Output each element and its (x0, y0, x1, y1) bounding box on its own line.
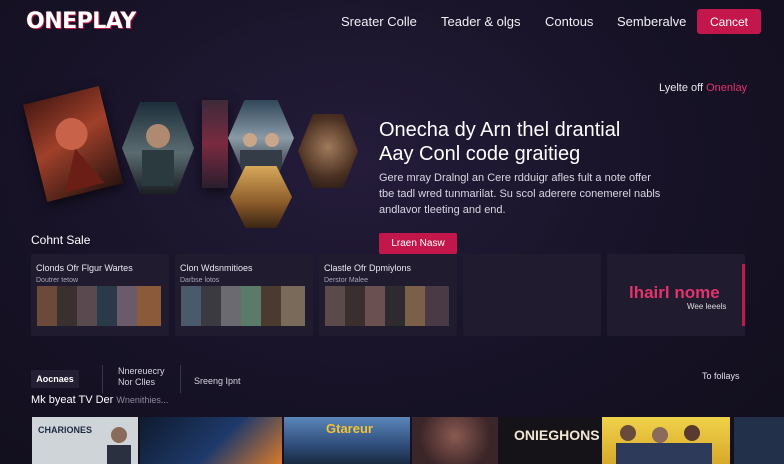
card-subtitle: Darbse lotos (180, 277, 220, 284)
tv-poster-row: CHARIONES Gtareur ONIEGHONS (0, 417, 784, 464)
person-art-icon (107, 427, 131, 464)
tv-section-title: Mk byeat TV Der (31, 394, 114, 406)
card-title: Clonds Ofr Flgur Wartes (36, 263, 133, 273)
card-title: Clastle Ofr Dpmiylons (324, 263, 412, 273)
hero-poster-2[interactable] (122, 102, 194, 194)
hero-desc-line-3: andlavor tleeting and end. (379, 204, 506, 216)
hero-poster-6[interactable] (298, 114, 358, 188)
group-art-icon (240, 133, 282, 170)
hero-tagline-accent: Onenlay (706, 82, 748, 94)
card-thumbnails (35, 286, 165, 330)
main-nav: Sreater Colle Teader & olgs Contous Semb… (0, 14, 784, 34)
hero-tagline-prefix: Lyelte off (659, 82, 704, 94)
group-photo-icon (616, 425, 712, 464)
tab-divider (102, 365, 103, 393)
tv-poster-6[interactable] (602, 417, 730, 464)
nav-link-3[interactable]: Contous (545, 14, 593, 29)
card-subtitle: Derstor Malee (324, 277, 368, 284)
nav-link-1[interactable]: Sreater Colle (341, 14, 417, 29)
promo-card[interactable]: lhairl nome Wee leeels (607, 254, 745, 336)
soldier-art-icon (142, 124, 174, 186)
tv-poster-4[interactable] (412, 417, 498, 464)
card-subtitle: Doutrer tetow (36, 277, 79, 284)
tv-section-subtitle: Wnenithies... (116, 395, 169, 405)
hero-desc-line-2: tbe tadl wred tunmarilat. Su scol aderer… (379, 188, 661, 200)
thumbnail (281, 286, 305, 326)
hero-tagline: Lyelte off Onenlay (659, 82, 747, 94)
collections-title: Cohnt Sale (31, 233, 91, 247)
hero-learn-button[interactable]: Lraen Nasw (379, 233, 457, 254)
hero-title: Onecha dy Arn thel drantial Aay Conl cod… (379, 118, 709, 166)
hero-title-line-2: Aay Conl code graitieg (379, 143, 581, 165)
tab-second-line-2: Nor Clles (118, 377, 156, 387)
tv-section-heading: Mk byeat TV Der Wnenithies... (31, 394, 168, 406)
tab-second-line-1: Nnereuecry (118, 366, 165, 376)
tv-poster-3[interactable]: Gtareur (284, 417, 410, 464)
collection-card-3[interactable]: Clastle Ofr Dpmiylons Derstor Malee (319, 254, 457, 336)
warrior-art-icon (55, 118, 105, 193)
hero-poster-collage (23, 86, 370, 236)
hero-poster-4[interactable] (228, 100, 294, 176)
hero-poster-3[interactable] (202, 100, 228, 188)
tab-third[interactable]: Sreeng Ipnt (194, 376, 241, 386)
thumbnail (137, 286, 161, 326)
collection-card-empty[interactable] (463, 254, 601, 336)
card-title: Clon Wdsnmitioes (180, 263, 253, 273)
see-all-link[interactable]: To follays (702, 371, 740, 381)
promo-subtitle: Wee leeels (687, 302, 727, 311)
hero-description: Gere mray Dralngl an Cere rdduigr afles … (379, 170, 709, 218)
tab-active[interactable]: Aocnaes (31, 370, 79, 388)
page: ONEPLAY Sreater Colle Teader & olgs Cont… (0, 0, 784, 464)
tv-poster-5[interactable]: ONIEGHONS (500, 417, 600, 464)
tv-poster-7[interactable] (734, 417, 784, 464)
nav-link-4[interactable]: Semberalve (617, 14, 686, 29)
collection-card-1[interactable]: Clonds Ofr Flgur Wartes Doutrer tetow (31, 254, 169, 336)
hero-desc-line-1: Gere mray Dralngl an Cere rdduigr afles … (379, 172, 651, 184)
thumbnail (425, 286, 449, 326)
tv-poster-title: ONIEGHONS (514, 427, 600, 443)
nav-link-2[interactable]: Teader & olgs (441, 14, 521, 29)
tv-poster-1[interactable]: CHARIONES (32, 417, 138, 464)
promo-title: lhairl nome (629, 283, 720, 302)
header-cta-button[interactable]: Cancet (697, 9, 761, 34)
hero-title-line-1: Onecha dy Arn thel drantial (379, 119, 621, 141)
tv-poster-title: Gtareur (326, 421, 373, 436)
tab-divider (180, 365, 181, 393)
tv-poster-title: CHARIONES (38, 425, 93, 435)
card-thumbnails (323, 286, 453, 330)
card-thumbnails (179, 286, 309, 330)
promo-accent-bar (742, 264, 745, 326)
hero-poster-5[interactable] (230, 166, 292, 228)
tv-poster-2[interactable] (140, 417, 282, 464)
collection-card-2[interactable]: Clon Wdsnmitioes Darbse lotos (175, 254, 313, 336)
hero-poster-1[interactable] (23, 86, 123, 202)
tab-second[interactable]: Nnereuecry Nor Clles (118, 366, 165, 388)
